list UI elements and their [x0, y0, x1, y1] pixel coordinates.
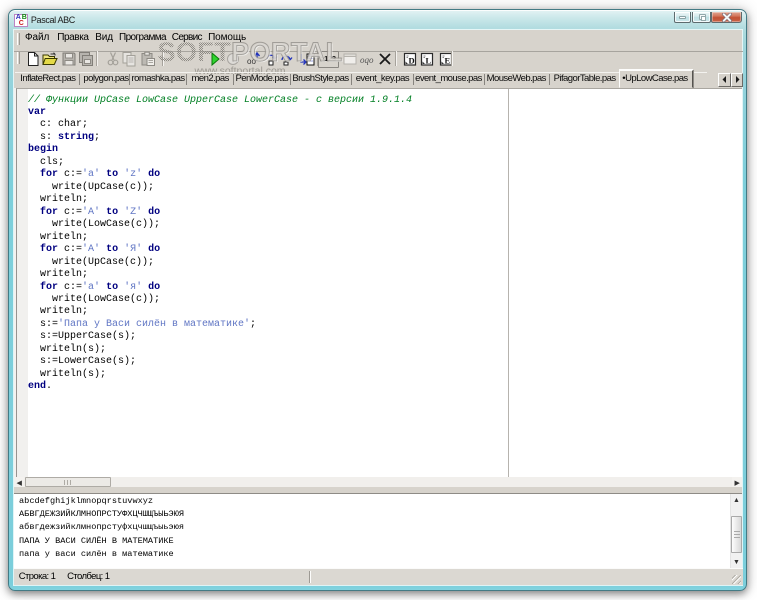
svg-text:L: L	[426, 56, 432, 66]
svg-text:D: D	[408, 56, 414, 66]
svg-text:E: E	[444, 56, 450, 66]
